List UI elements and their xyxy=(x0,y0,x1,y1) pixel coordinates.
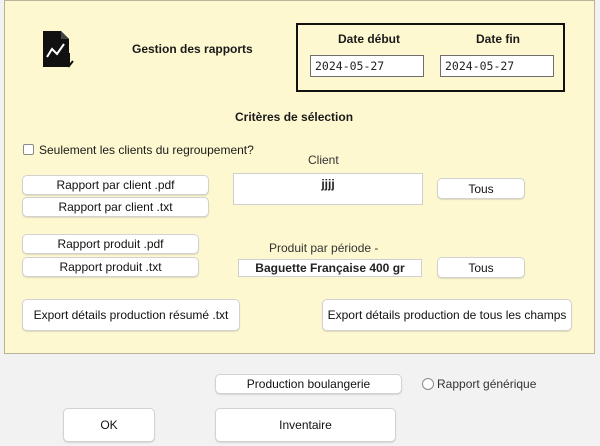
product-label: Produit par période - xyxy=(269,241,379,255)
end-date-field[interactable]: 2024-05-27 xyxy=(440,55,554,77)
start-date-label: Date début xyxy=(338,32,401,46)
export-all-fields-button[interactable]: Export détails production de tous les ch… xyxy=(322,299,572,331)
group-checkbox[interactable] xyxy=(23,144,34,155)
product-txt-button[interactable]: Rapport produit .txt xyxy=(22,257,199,277)
bakery-production-button[interactable]: Production boulangerie xyxy=(215,374,402,394)
page-title: Gestion des rapports xyxy=(132,42,253,56)
client-label: Client xyxy=(308,153,339,167)
ok-button[interactable]: OK xyxy=(63,408,155,442)
client-all-button[interactable]: Tous xyxy=(437,178,525,199)
generic-report-radio[interactable] xyxy=(422,378,434,390)
product-all-button[interactable]: Tous xyxy=(437,257,525,278)
client-txt-button[interactable]: Rapport par client .txt xyxy=(22,197,209,217)
start-date-field[interactable]: 2024-05-27 xyxy=(310,55,424,77)
export-summary-button[interactable]: Export détails production résumé .txt xyxy=(22,299,240,331)
client-pdf-button[interactable]: Rapport par client .pdf xyxy=(22,175,209,195)
inventory-button[interactable]: Inventaire xyxy=(215,408,396,442)
product-field[interactable]: Baguette Française 400 gr xyxy=(238,259,422,277)
report-chart-icon xyxy=(41,29,77,71)
product-pdf-button[interactable]: Rapport produit .pdf xyxy=(22,234,199,254)
generic-report-label: Rapport générique xyxy=(437,377,537,391)
date-range-box: Date début Date fin 2024-05-27 2024-05-2… xyxy=(296,23,565,92)
report-panel: Gestion des rapports Date début Date fin… xyxy=(4,0,595,354)
end-date-label: Date fin xyxy=(476,32,521,46)
client-field[interactable]: jjjj xyxy=(233,173,423,205)
group-checkbox-label: Seulement les clients du regroupement? xyxy=(39,143,254,157)
criteria-title: Critères de sélection xyxy=(235,110,354,124)
